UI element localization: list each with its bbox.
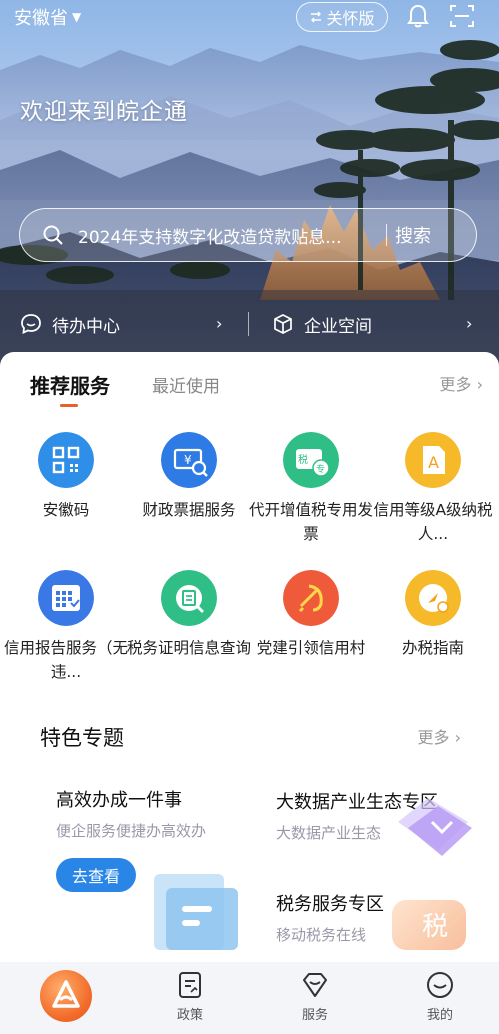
tax-invoice-icon: 税 专 bbox=[283, 432, 339, 488]
service-tabs: 推荐服务 最近使用 更多 › bbox=[0, 352, 499, 412]
fiscal-receipt-icon: ¥ bbox=[161, 432, 217, 488]
service-credit-a[interactable]: A 信用等级A级纳税人... bbox=[371, 432, 495, 546]
province-selector[interactable]: 安徽省 ▼ bbox=[14, 4, 81, 30]
todo-center-label: 待办中心 bbox=[52, 316, 120, 337]
featured-item-subtitle: 移动税务在线 bbox=[276, 926, 367, 944]
bottom-navigation: 政策 服务 我的 bbox=[0, 962, 499, 1034]
featured-title: 特色专题 bbox=[40, 726, 124, 750]
enterprise-space-label: 企业空间 bbox=[304, 316, 372, 337]
service-label: 办税指南 bbox=[401, 639, 464, 657]
province-label: 安徽省 bbox=[14, 8, 68, 29]
top-bar: 安徽省 ▼ 关怀版 bbox=[0, 0, 499, 36]
view-button[interactable]: 去查看 bbox=[56, 858, 136, 892]
home-logo-icon bbox=[52, 980, 80, 1008]
service-tax-certificate[interactable]: 税务证明信息查询 bbox=[127, 570, 251, 660]
more-services-link[interactable]: 更多 › bbox=[440, 371, 484, 395]
service-label: 财政票据服务 bbox=[142, 501, 236, 519]
service-label: 代开增值税专用发票 bbox=[249, 501, 374, 543]
search-button[interactable]: 搜索 bbox=[395, 222, 431, 248]
more-label: 更多 bbox=[439, 375, 472, 394]
quick-links: 待办中心 › 企业空间 › bbox=[0, 304, 499, 344]
quick-divider bbox=[248, 312, 249, 336]
cube-icon bbox=[274, 314, 292, 334]
nav-mine-label: 我的 bbox=[426, 1008, 453, 1023]
scan-icon[interactable] bbox=[449, 3, 475, 29]
service-label: 安徽码 bbox=[42, 501, 90, 519]
service-anhui-code[interactable]: 安徽码 bbox=[4, 432, 128, 522]
qr-code-icon bbox=[38, 432, 94, 488]
search-icon bbox=[43, 225, 63, 245]
service-fiscal-receipt[interactable]: ¥ 财政票据服务 bbox=[127, 432, 251, 522]
nav-service-label: 服务 bbox=[301, 1008, 328, 1023]
profile-face-icon bbox=[427, 972, 453, 998]
featured-item-title: 税务服务专区 bbox=[276, 894, 384, 915]
tax-badge-text: 税 bbox=[422, 912, 449, 942]
folder-illustration-icon bbox=[154, 874, 238, 950]
featured-item-tax-service[interactable]: 税务服务专区 移动税务在线 bbox=[276, 890, 384, 945]
diamond-service-icon bbox=[303, 973, 327, 997]
tax-illustration-icon: 税 bbox=[392, 900, 466, 950]
service-credit-report[interactable]: 信用报告服务（无违... bbox=[4, 570, 128, 684]
service-label: 党建引领信用村 bbox=[256, 639, 366, 657]
tab-recent[interactable]: 最近使用 bbox=[152, 372, 220, 397]
featured-item-title: 高效办成一件事 bbox=[56, 790, 182, 811]
credit-a-icon: A bbox=[405, 432, 461, 488]
chevron-right-icon: › bbox=[466, 314, 473, 333]
featured-item-subtitle: 便企服务便捷办高效办 bbox=[56, 822, 207, 840]
nav-service[interactable]: 服务 bbox=[285, 970, 345, 1023]
featured-item-efficient[interactable]: 高效办成一件事 便企服务便捷办高效办 bbox=[56, 786, 206, 841]
chat-icon bbox=[21, 314, 41, 334]
service-tax-guide[interactable]: 办税指南 bbox=[371, 570, 495, 660]
more-featured-link[interactable]: 更多 › bbox=[418, 724, 462, 748]
nav-policy-label: 政策 bbox=[176, 1008, 203, 1023]
svg-text:A: A bbox=[428, 453, 439, 472]
more-label: 更多 bbox=[417, 728, 450, 747]
party-emblem-icon bbox=[283, 570, 339, 626]
bigdata-illustration-icon bbox=[398, 798, 472, 856]
welcome-title: 欢迎来到皖企通 bbox=[20, 99, 188, 125]
nav-mine[interactable]: 我的 bbox=[410, 970, 470, 1023]
service-vat-invoice[interactable]: 税 专 代开增值税专用发票 bbox=[249, 432, 373, 546]
credit-report-icon bbox=[38, 570, 94, 626]
hero-banner: 安徽省 ▼ 关怀版 欢迎来到皖企通 2024年支持数字化改造贷款贴息... 搜索 bbox=[0, 0, 499, 372]
tax-certificate-icon bbox=[161, 570, 217, 626]
nav-policy[interactable]: 政策 bbox=[160, 970, 220, 1023]
service-party-credit-village[interactable]: 党建引领信用村 bbox=[249, 570, 373, 660]
tax-guide-icon bbox=[405, 570, 461, 626]
bell-icon[interactable] bbox=[404, 2, 432, 30]
enterprise-space-link[interactable]: 企业空间 bbox=[272, 304, 372, 344]
care-mode-label: 关怀版 bbox=[326, 9, 375, 28]
chevron-right-icon: › bbox=[216, 314, 223, 333]
tab-recommended[interactable]: 推荐服务 bbox=[30, 370, 110, 399]
caret-down-icon: ▼ bbox=[72, 10, 82, 24]
active-tab-indicator bbox=[60, 404, 78, 407]
service-label: 信用报告服务（无违... bbox=[4, 639, 129, 681]
svg-text:¥: ¥ bbox=[184, 453, 192, 467]
svg-text:专: 专 bbox=[316, 463, 325, 475]
search-bar[interactable]: 2024年支持数字化改造贷款贴息... 搜索 bbox=[19, 208, 477, 262]
swap-icon bbox=[311, 11, 322, 23]
home-button[interactable] bbox=[40, 970, 92, 1022]
service-label: 税务证明信息查询 bbox=[127, 639, 252, 657]
search-divider bbox=[386, 224, 387, 246]
services-panel: 推荐服务 最近使用 更多 › 安徽码 ¥ 财政票据服务 税 专 代开增值税专用发… bbox=[0, 352, 499, 962]
todo-center-link[interactable]: 待办中心 bbox=[20, 304, 120, 344]
search-input[interactable]: 2024年支持数字化改造贷款贴息... bbox=[78, 223, 378, 248]
policy-document-icon bbox=[179, 972, 201, 998]
service-label: 信用等级A级纳税人... bbox=[373, 501, 493, 543]
svg-text:税: 税 bbox=[298, 453, 308, 466]
care-mode-button[interactable]: 关怀版 bbox=[296, 2, 388, 32]
